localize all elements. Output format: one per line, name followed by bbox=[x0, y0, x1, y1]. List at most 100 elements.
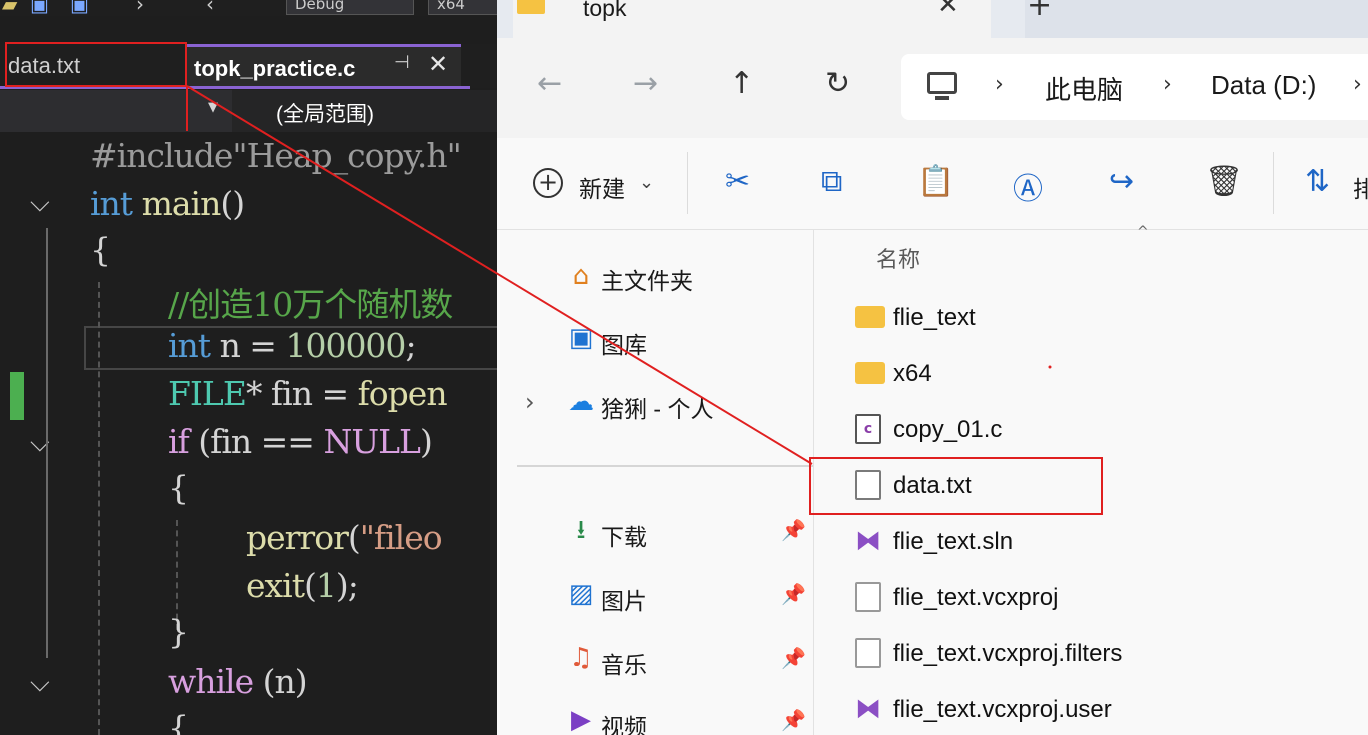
share-icon[interactable]: ↪ bbox=[1109, 164, 1134, 199]
platform-dropdown[interactable]: x64 bbox=[428, 0, 497, 15]
chevron-down-icon[interactable]: ⌄ bbox=[639, 172, 654, 193]
forward-arrow-icon[interactable]: → bbox=[633, 66, 658, 101]
pin-icon[interactable]: 📌 bbox=[781, 708, 806, 732]
chevron-down-icon[interactable]: ▼ bbox=[208, 100, 218, 115]
new-tab-plus-icon[interactable]: + bbox=[1027, 0, 1052, 23]
code-line: FILE* fin = fopen bbox=[168, 374, 448, 413]
tab-data-txt[interactable]: data.txt bbox=[0, 44, 186, 88]
pictures-icon: ▨ bbox=[568, 579, 594, 609]
file-item[interactable]: flie_text bbox=[893, 304, 976, 332]
music-icon: ♫ bbox=[569, 643, 593, 673]
cut-icon[interactable]: ✂ bbox=[725, 164, 750, 199]
nav-item-downloads[interactable]: 下载 bbox=[601, 518, 647, 552]
close-tab-icon[interactable]: ✕ bbox=[428, 50, 448, 78]
nav-item-pictures[interactable]: 图片 bbox=[601, 582, 647, 616]
configuration-dropdown[interactable]: Debug bbox=[286, 0, 414, 15]
chevron-right-icon[interactable]: › bbox=[525, 388, 535, 416]
code-line: while (n) bbox=[168, 662, 308, 701]
sort-button[interactable]: 排 bbox=[1353, 170, 1368, 204]
nav-item-music[interactable]: 音乐 bbox=[601, 646, 647, 680]
video-icon: ▶ bbox=[571, 705, 591, 735]
pin-icon[interactable]: 📌 bbox=[781, 582, 806, 606]
pin-icon[interactable]: 📌 bbox=[781, 518, 806, 542]
delete-icon[interactable]: 🗑 bbox=[1205, 164, 1243, 199]
file-item[interactable]: flie_text.sln bbox=[893, 528, 1013, 556]
code-line: if (fin == NULL) bbox=[168, 422, 433, 461]
new-plus-icon[interactable]: + bbox=[533, 168, 563, 198]
pin-icon[interactable]: 📌 bbox=[781, 646, 806, 670]
code-line: { bbox=[168, 468, 189, 507]
redo-icon[interactable]: › bbox=[136, 0, 144, 16]
nav-item-videos[interactable]: 视频 bbox=[601, 708, 647, 735]
file-item[interactable]: flie_text.vcxproj.user bbox=[893, 696, 1112, 724]
navigation-bar bbox=[0, 90, 497, 132]
scope-dropdown[interactable]: (全局范围) bbox=[276, 98, 374, 128]
file-item[interactable]: data.txt bbox=[893, 472, 972, 500]
file-item[interactable]: flie_text.vcxproj.filters bbox=[893, 640, 1122, 668]
copy-icon[interactable]: ⧉ bbox=[821, 164, 842, 199]
file-item[interactable]: x64 bbox=[893, 360, 932, 388]
blank-file-icon bbox=[855, 638, 881, 668]
sort-icon[interactable]: ⇅ bbox=[1305, 164, 1330, 199]
up-arrow-icon[interactable]: ↑ bbox=[729, 66, 754, 101]
download-icon: ⭳ bbox=[576, 515, 586, 545]
editor-tab-bar: data.txt topk_practice.c bbox=[0, 44, 497, 88]
fold-chevron-icon[interactable]: ⌵ bbox=[30, 188, 50, 219]
vs-toolbar: ▰ ▣ ▣ › ‹ Debug x64 bbox=[0, 0, 497, 16]
breadcrumb-drive[interactable]: Data (D:) bbox=[1211, 70, 1316, 101]
back-arrow-icon[interactable]: ← bbox=[537, 66, 562, 101]
blank-file-icon bbox=[855, 582, 881, 612]
code-line: #include"Heap_copy.h" bbox=[90, 136, 462, 175]
code-line: exit(1); bbox=[246, 566, 359, 605]
this-pc-icon-stand bbox=[935, 96, 949, 100]
nav-divider bbox=[517, 465, 813, 467]
undo-icon[interactable]: ‹ bbox=[206, 0, 214, 16]
folder-icon bbox=[517, 0, 545, 14]
pane-divider[interactable] bbox=[813, 230, 814, 735]
c-source-file-icon: c bbox=[855, 414, 881, 444]
tab-topk-practice-c[interactable]: topk_practice.c bbox=[186, 44, 461, 88]
folder-icon bbox=[855, 362, 885, 384]
file-item[interactable]: flie_text.vcxproj bbox=[893, 584, 1058, 612]
tab-strip-empty bbox=[1025, 0, 1368, 38]
code-line: int main() bbox=[90, 184, 245, 223]
save-all-icon[interactable]: ▣ bbox=[70, 0, 89, 16]
gallery-icon: ▣ bbox=[568, 323, 594, 353]
column-header-name[interactable]: 名称 bbox=[876, 242, 920, 274]
pin-tab-icon[interactable]: ⊣ bbox=[394, 52, 410, 73]
toolbar-separator bbox=[687, 152, 688, 214]
breadcrumb-chevron-icon[interactable]: › bbox=[995, 72, 1004, 97]
explorer-tab-title: topk bbox=[583, 0, 627, 21]
visual-studio-solution-icon: ⧓ bbox=[855, 526, 881, 556]
sort-ascending-icon: ^ bbox=[1137, 224, 1149, 240]
text-file-icon bbox=[855, 470, 881, 500]
nav-item-home[interactable]: 主文件夹 bbox=[601, 262, 693, 296]
new-button[interactable]: 新建 bbox=[579, 170, 625, 204]
code-line: perror("fileo bbox=[246, 518, 443, 557]
nav-item-gallery[interactable]: 图库 bbox=[601, 326, 647, 360]
close-tab-icon[interactable]: ✕ bbox=[937, 0, 959, 20]
breadcrumb-chevron-icon[interactable]: › bbox=[1353, 72, 1362, 97]
indent-guide bbox=[98, 282, 100, 735]
paste-icon[interactable]: 📋 bbox=[917, 164, 954, 199]
open-folder-icon[interactable]: ▰ bbox=[2, 0, 17, 16]
active-tab-underline bbox=[0, 86, 470, 89]
code-line: } bbox=[168, 612, 189, 651]
onedrive-cloud-icon: ☁ bbox=[568, 387, 594, 417]
rename-icon[interactable]: Ⓐ bbox=[1013, 164, 1043, 208]
nav-item-onedrive[interactable]: 猞猁 - 个人 bbox=[601, 390, 713, 424]
home-icon: ⌂ bbox=[572, 261, 590, 291]
breadcrumb-this-pc[interactable]: 此电脑 bbox=[1045, 70, 1123, 107]
save-icon[interactable]: ▣ bbox=[30, 0, 49, 16]
breadcrumb-chevron-icon[interactable]: › bbox=[1163, 72, 1172, 97]
this-pc-icon bbox=[927, 72, 957, 94]
project-dropdown[interactable] bbox=[0, 90, 232, 132]
file-item[interactable]: copy_01.c bbox=[893, 416, 1002, 444]
change-tracking-bar bbox=[10, 372, 24, 420]
code-line: { bbox=[168, 708, 189, 735]
fold-chevron-icon[interactable]: ⌵ bbox=[30, 668, 50, 699]
refresh-icon[interactable]: ↻ bbox=[825, 66, 850, 101]
project-user-file-icon: ⧓ bbox=[855, 694, 881, 724]
fold-guide bbox=[46, 228, 48, 658]
code-line: //创造10万个随机数 bbox=[168, 285, 453, 324]
